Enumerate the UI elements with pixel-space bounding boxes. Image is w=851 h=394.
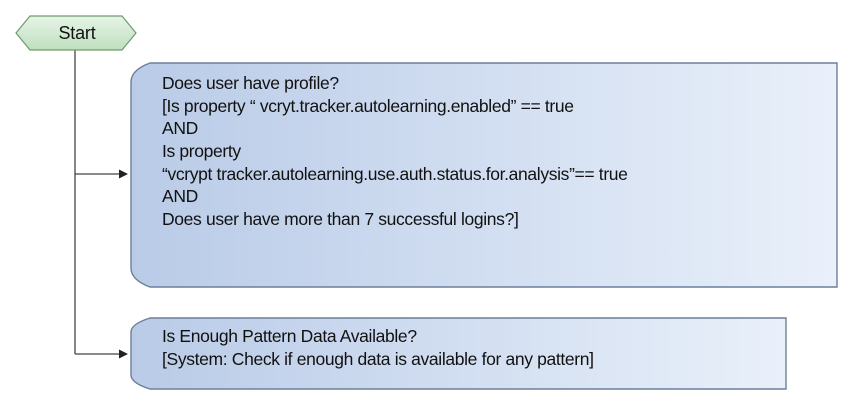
condition-1-text: Does user have profile? [Is property “ v… <box>162 72 628 231</box>
condition-1-line: [Is property “ vcryt.tracker.autolearnin… <box>162 95 574 116</box>
start-label: Start <box>58 23 96 43</box>
condition-2-line: [System: Check if enough data is availab… <box>162 348 594 369</box>
condition-1-line: AND <box>162 186 198 207</box>
condition-1-line: Does user have profile? <box>162 73 339 93</box>
arrowhead-condition-1 <box>119 169 128 179</box>
condition-1-line: AND <box>162 118 198 139</box>
arrowhead-condition-2 <box>119 349 128 359</box>
condition-1-line: “vcrypt tracker.autolearning.use.auth.st… <box>162 163 628 184</box>
condition-2-text: Is Enough Pattern Data Available? [Syste… <box>162 325 594 370</box>
connectors <box>74 46 128 359</box>
condition-1-line: Does user have more than 7 successful lo… <box>162 209 519 230</box>
condition-2-line: Is Enough Pattern Data Available? <box>162 326 417 346</box>
condition-1-line: Is property <box>162 141 241 162</box>
